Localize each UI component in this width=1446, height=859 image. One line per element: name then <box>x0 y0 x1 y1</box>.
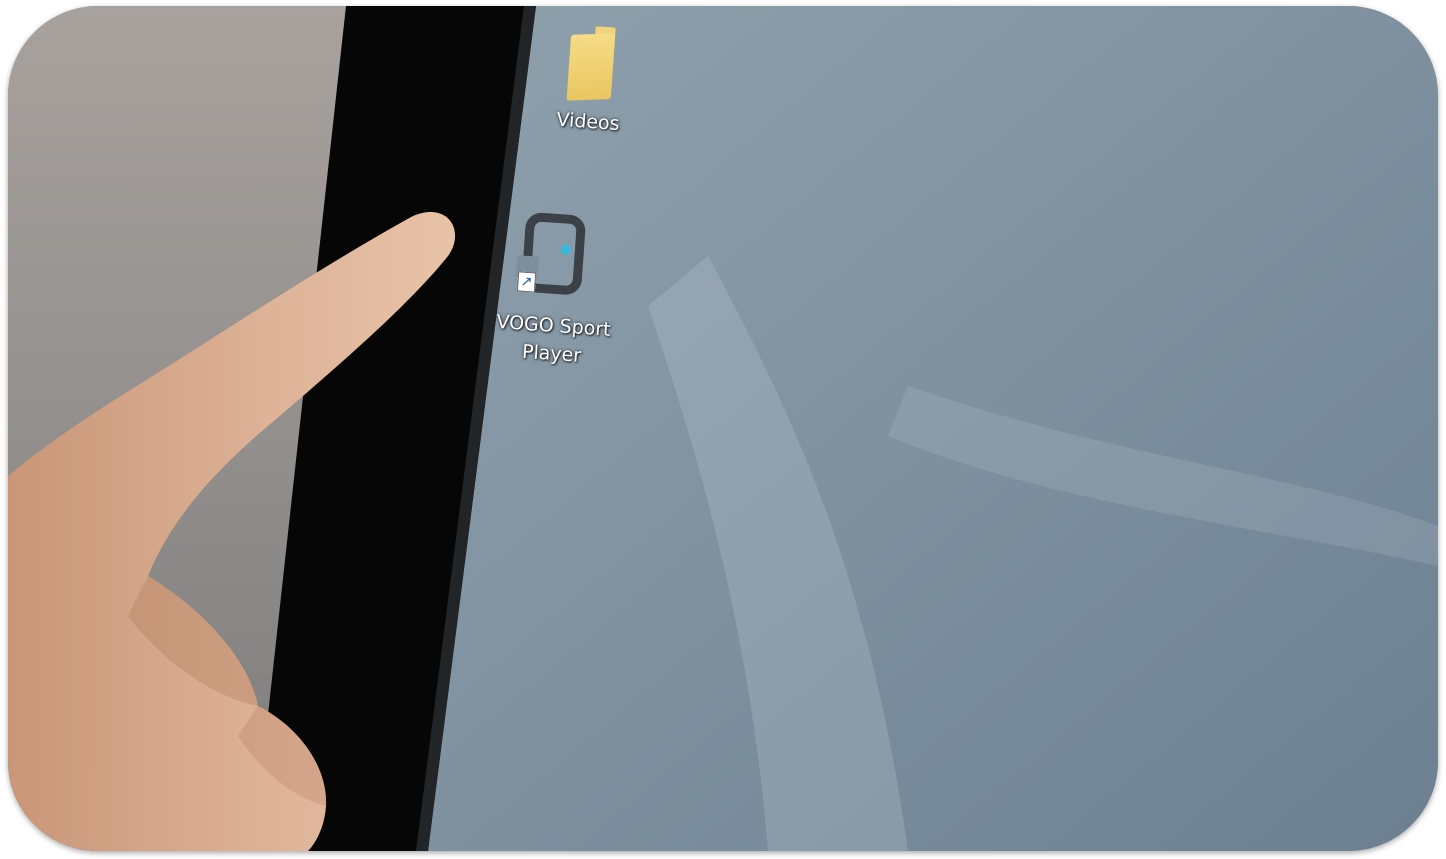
desktop-icon-vogo-sport-player[interactable]: ↗ VOGO Sport Player <box>491 210 621 372</box>
photo-scene <box>8 6 1438 851</box>
vogo-sport-player-icon: ↗ <box>514 211 602 308</box>
desktop-icon-videos[interactable]: Videos <box>532 20 650 139</box>
shortcut-arrow-icon: ↗ <box>516 271 537 293</box>
folder-icon <box>566 23 618 104</box>
photo-frame: Videos ↗ VOGO Sport Player <box>8 6 1438 851</box>
